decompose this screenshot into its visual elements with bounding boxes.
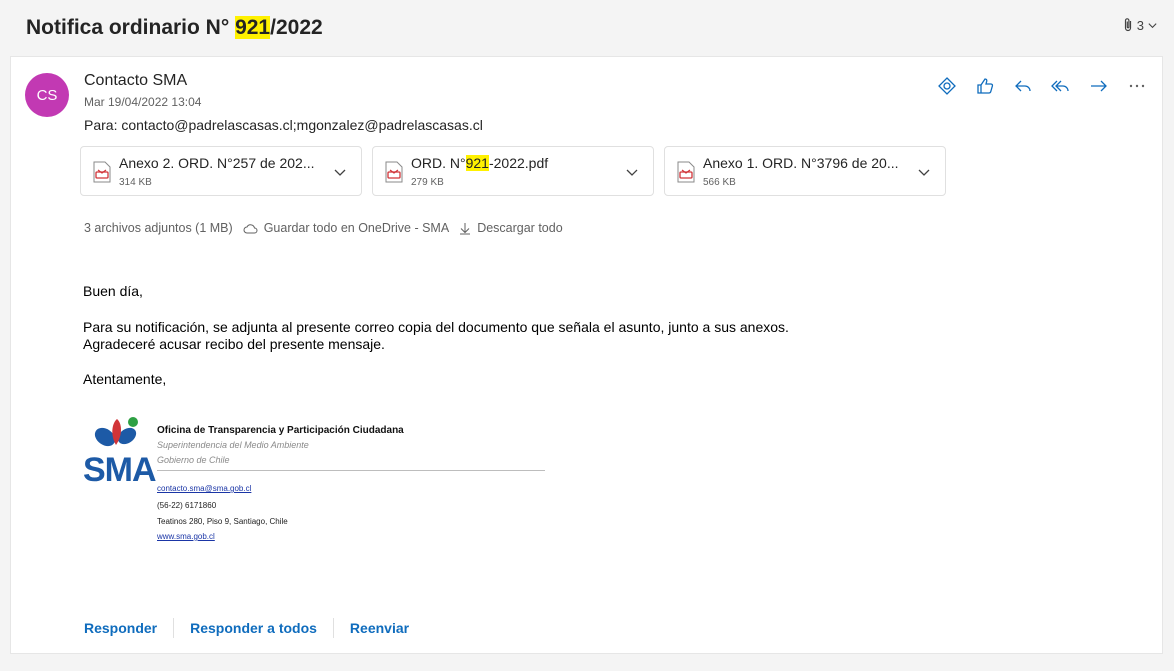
cloud-icon (243, 223, 258, 233)
like-icon[interactable] (974, 75, 996, 97)
email-signature: SMA Oficina de Transparencia y Participa… (83, 415, 553, 555)
attachment-name: Anexo 1. ORD. N°3796 de 20... (703, 155, 899, 171)
download-all-button[interactable]: Descargar todo (459, 221, 563, 235)
attachment-card[interactable]: ORD. N°921-2022.pdf 279 KB (372, 146, 654, 196)
forward-button[interactable]: Reenviar (350, 620, 409, 636)
body-greeting: Buen día, (83, 283, 143, 299)
signature-divider (157, 470, 545, 471)
subject-highlight: 921 (235, 16, 271, 39)
sticker-icon[interactable] (936, 75, 958, 97)
body-line-2: Agradeceré acusar recibo del presente me… (83, 336, 385, 352)
reply-all-button[interactable]: Responder a todos (190, 620, 317, 636)
signature-address: Teatinos 280, Piso 9, Santiago, Chile (157, 517, 288, 526)
chevron-down-icon (1148, 22, 1157, 28)
attachment-count: 3 (1136, 17, 1144, 33)
signature-email-link[interactable]: contacto.sma@sma.gob.cl (157, 484, 251, 493)
message-date: Mar 19/04/2022 13:04 (84, 95, 202, 109)
reply-icon[interactable] (1012, 75, 1034, 97)
download-icon (460, 222, 471, 234)
save-onedrive-button[interactable]: Guardar todo en OneDrive - SMA (243, 221, 449, 235)
reply-button[interactable]: Responder (84, 620, 157, 636)
signature-agency: Superintendencia del Medio Ambiente (157, 440, 309, 450)
sender-name[interactable]: Contacto SMA (84, 72, 187, 90)
paperclip-icon (1124, 18, 1131, 32)
message-actions (936, 75, 1148, 97)
chevron-down-icon[interactable] (625, 165, 639, 179)
pdf-file-icon (385, 161, 403, 183)
chevron-down-icon[interactable] (917, 165, 931, 179)
reply-all-icon[interactable] (1050, 75, 1072, 97)
more-icon[interactable] (1126, 75, 1148, 97)
attachment-size: 566 KB (703, 177, 736, 188)
attachment-total: 3 archivos adjuntos (1 MB) (84, 221, 233, 235)
attachment-list: Anexo 2. ORD. N°257 de 202... 314 KB ORD… (80, 146, 946, 196)
recipients: Para: contacto@padrelascasas.cl;mgonzale… (84, 117, 483, 133)
email-subject: Notifica ordinario N° 921/2022 (26, 16, 323, 39)
attachment-count-toggle[interactable]: 3 (1122, 17, 1158, 33)
signature-org: Oficina de Transparencia y Participación… (157, 425, 404, 436)
attachment-name: ORD. N°921-2022.pdf (411, 155, 549, 171)
body-line-1: Para su notificación, se adjunta al pres… (83, 319, 789, 335)
forward-icon[interactable] (1088, 75, 1110, 97)
avatar[interactable]: CS (25, 73, 69, 117)
attachment-card[interactable]: Anexo 1. ORD. N°3796 de 20... 566 KB (664, 146, 946, 196)
attachment-size: 279 KB (411, 177, 444, 188)
pdf-file-icon (677, 161, 695, 183)
signature-web-link[interactable]: www.sma.gob.cl (157, 532, 215, 541)
subject-bar: Notifica ordinario N° 921/2022 3 (0, 0, 1174, 56)
attachment-name: Anexo 2. ORD. N°257 de 202... (119, 155, 315, 171)
sma-logo-text: SMA (83, 451, 157, 489)
message-card: CS Contacto SMA Mar 19/04/2022 13:04 Par… (10, 56, 1163, 654)
chevron-down-icon[interactable] (333, 165, 347, 179)
attachment-size: 314 KB (119, 177, 152, 188)
divider (173, 618, 175, 638)
pdf-file-icon (93, 161, 111, 183)
body-closing: Atentamente, (83, 371, 167, 387)
signature-phone: (56-22) 6171860 (157, 501, 217, 510)
reply-bar: Responder Responder a todos Reenviar (84, 618, 409, 638)
signature-government: Gobierno de Chile (157, 455, 230, 465)
attachment-summary: 3 archivos adjuntos (1 MB) Guardar todo … (84, 221, 563, 235)
sma-logo-icon (94, 417, 138, 447)
divider (332, 618, 334, 638)
attachment-card[interactable]: Anexo 2. ORD. N°257 de 202... 314 KB (80, 146, 362, 196)
